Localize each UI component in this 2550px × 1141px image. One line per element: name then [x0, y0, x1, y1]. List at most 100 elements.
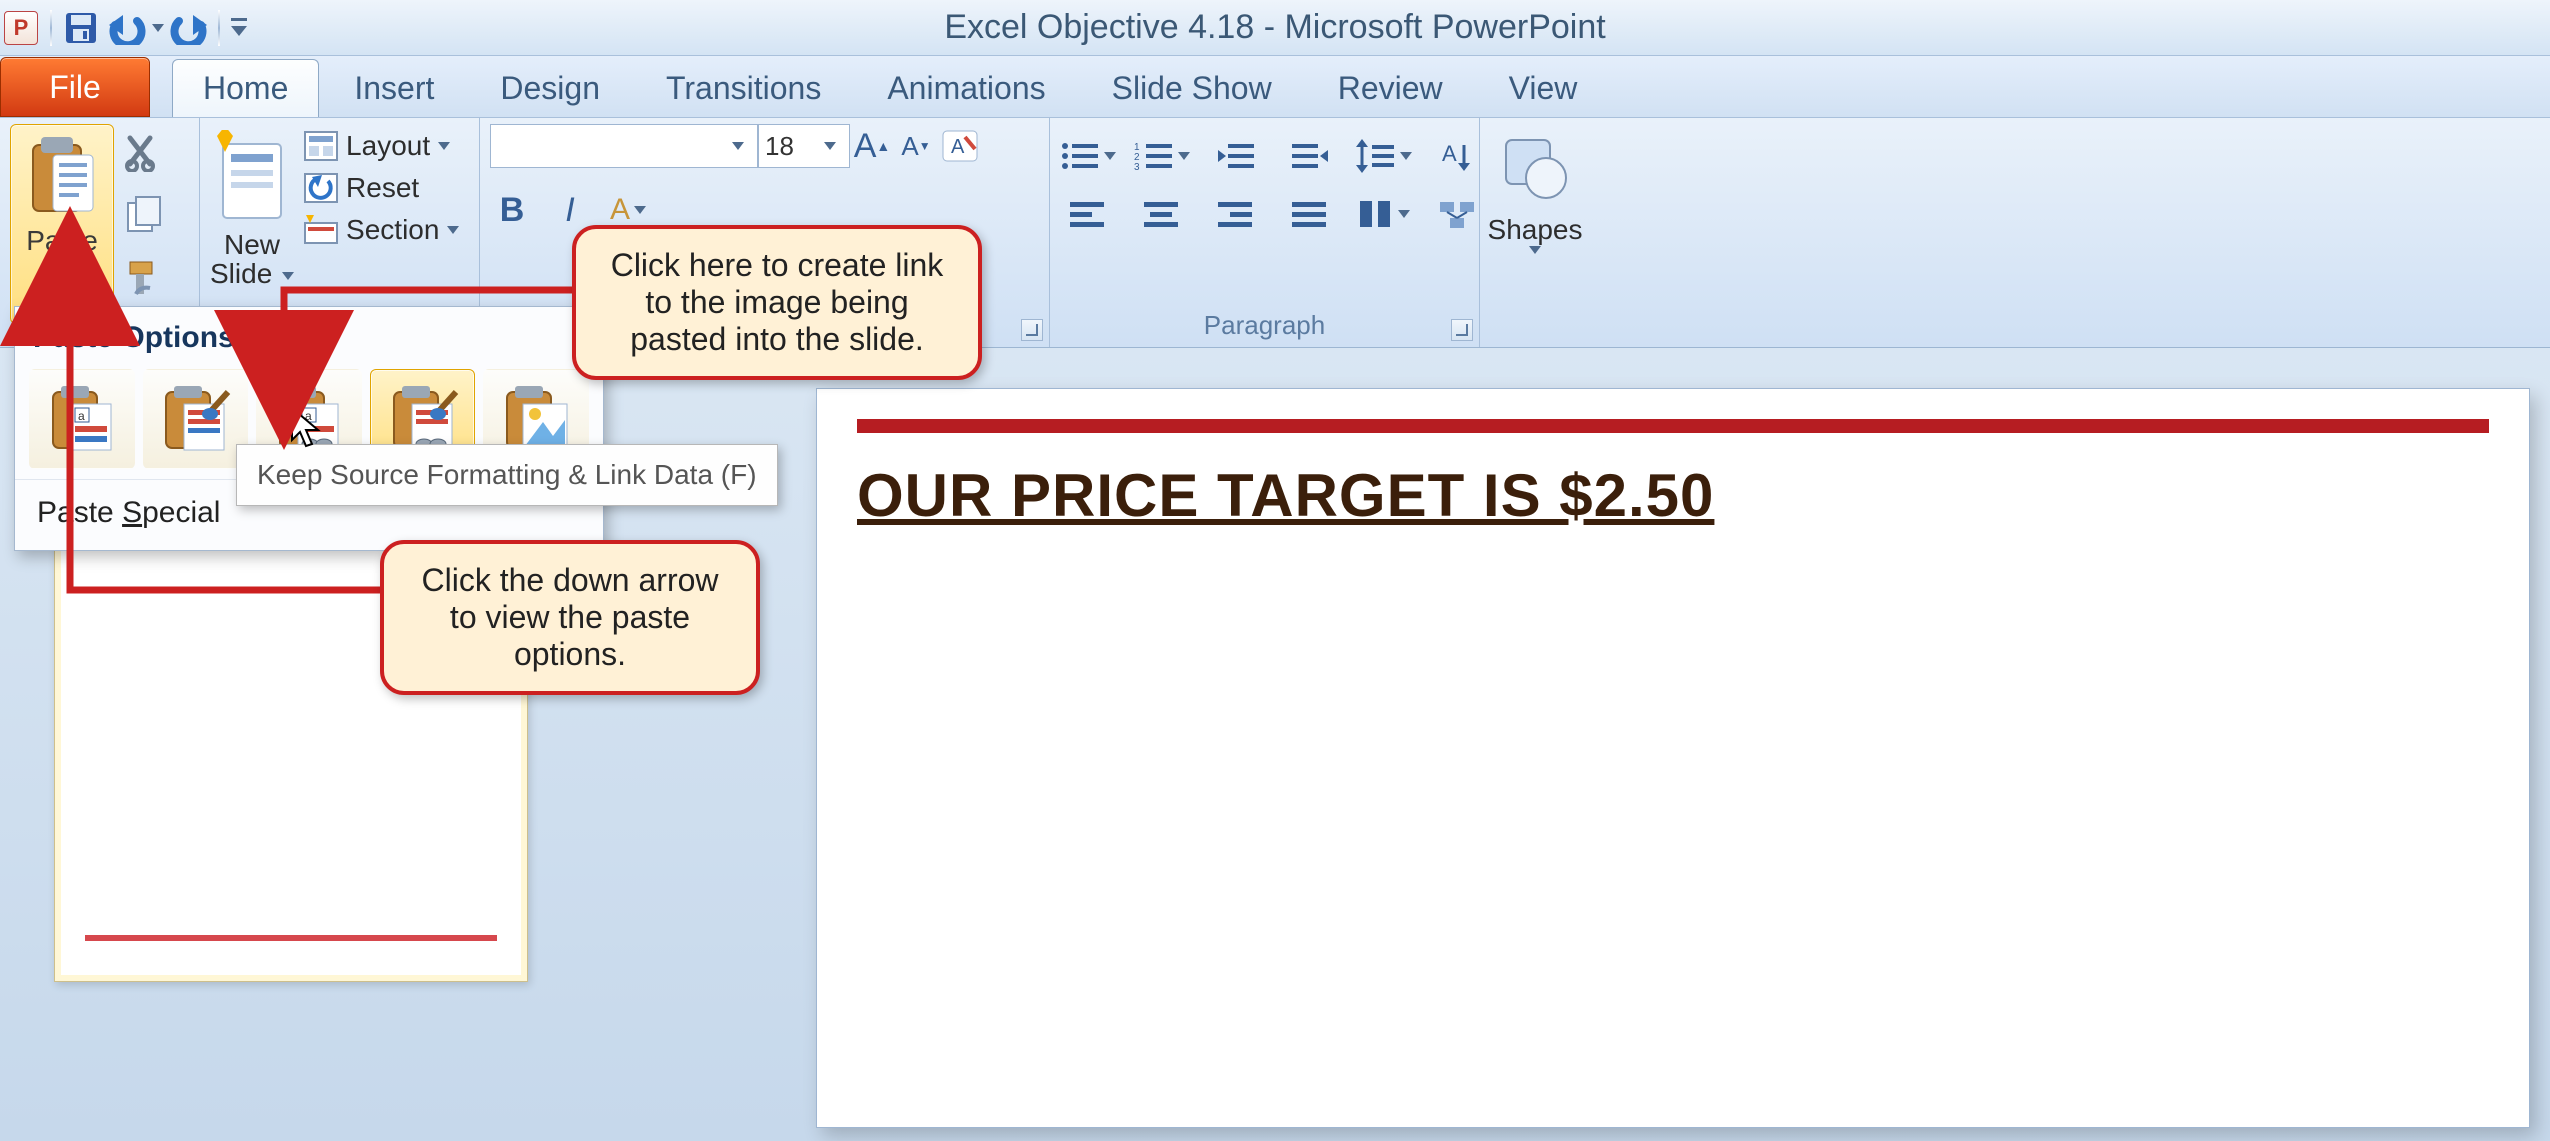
chevron-down-icon [1104, 152, 1116, 160]
italic-icon: I [565, 191, 574, 230]
save-button[interactable] [58, 6, 104, 50]
align-center-button[interactable] [1134, 190, 1190, 238]
align-right-icon [1218, 200, 1254, 228]
redo-button[interactable] [166, 6, 212, 50]
cut-button[interactable] [124, 134, 164, 177]
tooltip: Keep Source Formatting & Link Data (F) [236, 444, 778, 506]
increase-indent-icon [1290, 140, 1330, 172]
align-left-button[interactable] [1060, 190, 1116, 238]
format-painter-icon [124, 258, 164, 298]
justify-icon [1292, 200, 1328, 228]
thumb-rule [85, 935, 497, 941]
section-button[interactable]: Section [304, 214, 459, 246]
text-direction-button[interactable]: A [1430, 132, 1486, 180]
copy-button[interactable] [124, 195, 164, 240]
paste-button[interactable]: Paste [10, 124, 114, 324]
tab-animations[interactable]: Animations [856, 59, 1076, 117]
svg-text:A: A [1442, 141, 1457, 166]
paste-label: Paste [26, 225, 98, 257]
slide-canvas[interactable]: OUR PRICE TARGET IS $2.50 [816, 388, 2530, 1128]
grow-font-icon: A [854, 127, 877, 166]
qat-customize[interactable] [226, 6, 252, 50]
tooltip-text: Keep Source Formatting & Link Data (F) [257, 459, 757, 490]
paragraph-dialog-launcher[interactable] [1451, 319, 1473, 341]
reset-label: Reset [346, 172, 419, 204]
columns-button[interactable] [1356, 190, 1412, 238]
tab-design[interactable]: Design [469, 59, 631, 117]
italic-button[interactable]: I [548, 188, 592, 232]
smartart-button[interactable] [1430, 190, 1486, 238]
app-letter: P [14, 15, 29, 41]
text-direction-icon: A [1440, 139, 1476, 173]
font-dialog-launcher[interactable] [1021, 319, 1043, 341]
shrink-font-icon: A [901, 131, 918, 162]
grow-font-button[interactable]: A▲ [850, 124, 894, 168]
tab-label: Home [203, 70, 288, 107]
shapes-icon [1500, 130, 1570, 208]
tab-label: Transitions [666, 70, 821, 107]
group-drawing: Shapes [1480, 118, 1590, 347]
tab-file[interactable]: File [0, 57, 150, 117]
section-icon [304, 215, 338, 245]
clear-formatting-button[interactable]: A [938, 124, 982, 168]
justify-button[interactable] [1282, 190, 1338, 238]
slide-title: OUR PRICE TARGET IS $2.50 [857, 461, 2489, 530]
layout-label: Layout [346, 130, 430, 162]
chevron-down-icon [1398, 210, 1410, 218]
paste-option-use-destination-theme[interactable]: a [29, 369, 135, 469]
align-left-icon [1070, 200, 1106, 228]
undo-button[interactable] [104, 6, 150, 50]
numbering-button[interactable]: 1 2 3 [1134, 132, 1190, 180]
font-size-value: 18 [765, 131, 794, 162]
paragraph-group-label: Paragraph [1060, 306, 1469, 343]
bold-icon: B [500, 191, 525, 230]
tab-insert[interactable]: Insert [323, 59, 465, 117]
section-label: Section [346, 214, 439, 246]
reset-icon [304, 173, 338, 203]
tab-transitions[interactable]: Transitions [635, 59, 852, 117]
svg-text:a: a [78, 409, 85, 423]
shrink-font-button[interactable]: A▼ [894, 124, 938, 168]
section-dropdown[interactable] [447, 226, 459, 234]
increase-indent-button[interactable] [1282, 132, 1338, 180]
slide-rule [857, 419, 2489, 433]
font-size-combo[interactable]: 18 [758, 124, 850, 168]
title-bar: P Excel Objective 4.18 - Microsoft Power… [0, 0, 2550, 56]
bold-button[interactable]: B [490, 188, 534, 232]
customize-icon [231, 18, 247, 38]
shapes-label: Shapes [1488, 214, 1583, 245]
reset-button[interactable]: Reset [304, 172, 459, 204]
new-slide-label1: New [224, 229, 280, 260]
tab-label: Slide Show [1112, 70, 1272, 107]
tab-home[interactable]: Home [172, 59, 319, 117]
decrease-indent-button[interactable] [1208, 132, 1264, 180]
format-painter-button[interactable] [124, 258, 164, 303]
layout-icon [304, 131, 338, 161]
paste-options-title: Paste Options: [15, 307, 603, 363]
font-name-combo[interactable] [490, 124, 758, 168]
new-slide-dropdown[interactable] [282, 258, 294, 289]
callout-top: Click here to create link to the image b… [572, 225, 982, 380]
tab-review[interactable]: Review [1307, 59, 1474, 117]
callout-top-text: Click here to create link to the image b… [611, 247, 944, 357]
numbering-icon: 1 2 3 [1134, 140, 1174, 172]
align-right-button[interactable] [1208, 190, 1264, 238]
svg-text:A: A [951, 136, 965, 158]
layout-button[interactable]: Layout [304, 130, 459, 162]
shapes-dropdown[interactable] [1529, 246, 1541, 254]
app-icon: P [4, 11, 38, 45]
undo-dropdown[interactable] [150, 24, 166, 32]
paste-option-keep-source-formatting[interactable] [143, 369, 249, 469]
redo-icon [169, 11, 209, 45]
tab-view[interactable]: View [1478, 59, 1609, 117]
line-spacing-button[interactable] [1356, 132, 1412, 180]
layout-dropdown[interactable] [438, 142, 450, 150]
shapes-button[interactable]: Shapes [1488, 214, 1583, 246]
new-slide-button[interactable]: New Slide [210, 124, 294, 289]
paste-special-u: S [122, 496, 142, 529]
bullets-button[interactable] [1060, 132, 1116, 180]
paste-dropdown[interactable] [54, 261, 70, 271]
tab-file-label: File [49, 69, 101, 106]
tab-slideshow[interactable]: Slide Show [1081, 59, 1303, 117]
align-center-icon [1144, 200, 1180, 228]
